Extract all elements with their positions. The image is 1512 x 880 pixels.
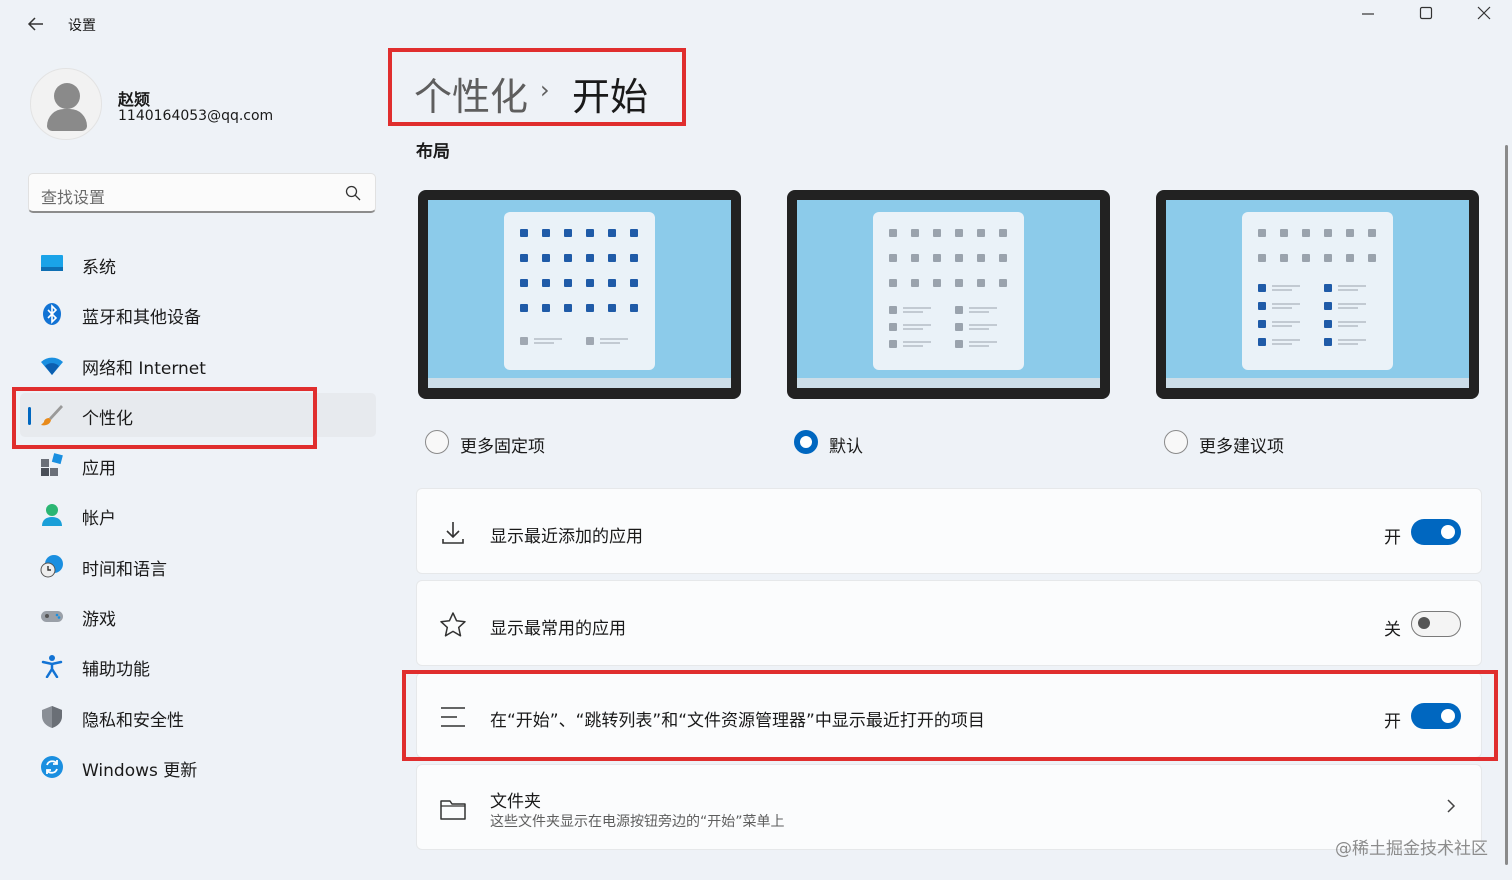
radio-button-selected[interactable] <box>794 430 818 454</box>
radio-button[interactable] <box>1164 430 1188 454</box>
sidebar-item-accounts[interactable]: 帐户 <box>20 493 376 537</box>
layout-preview-grid <box>1258 229 1376 346</box>
wifi-icon <box>41 357 63 375</box>
globe-clock-icon <box>40 555 63 578</box>
sidebar-item-system[interactable]: 系统 <box>20 242 376 286</box>
sidebar-item-label: Windows 更新 <box>82 761 198 781</box>
back-button[interactable] <box>22 12 50 36</box>
sidebar-item-label: 游戏 <box>82 610 116 630</box>
radio-label: 更多建议项 <box>1199 437 1284 457</box>
monitor-icon <box>41 255 63 271</box>
maximize-icon <box>1419 6 1433 20</box>
app-title: 设置 <box>68 18 96 34</box>
folder-icon <box>440 800 466 820</box>
sidebar-item-label: 辅助功能 <box>82 660 150 680</box>
sidebar-item-time-language[interactable]: 时间和语言 <box>20 544 376 588</box>
highlight-box-setting <box>402 670 1498 761</box>
refresh-icon <box>41 756 63 778</box>
highlight-box-title <box>388 48 686 126</box>
sidebar-item-bluetooth[interactable]: 蓝牙和其他设备 <box>20 292 376 336</box>
layout-preview-grid <box>520 229 638 345</box>
toggle-state-text: 开 <box>1384 528 1401 548</box>
search-icon <box>345 185 361 201</box>
shield-icon <box>42 706 62 728</box>
sidebar-item-label: 应用 <box>82 459 116 479</box>
setting-label: 显示最近添加的应用 <box>490 527 643 547</box>
sidebar-item-gaming[interactable]: 游戏 <box>20 594 376 638</box>
close-icon <box>1477 6 1491 20</box>
layout-preview-grid <box>889 229 1007 348</box>
bluetooth-icon <box>43 303 61 325</box>
setting-recently-added-apps: 显示最近添加的应用 开 <box>416 488 1482 574</box>
arrow-left-icon <box>27 17 43 31</box>
user-name: 赵颎 <box>118 90 151 109</box>
download-icon <box>442 522 464 544</box>
chevron-right-icon <box>1445 795 1457 819</box>
radio-label: 更多固定项 <box>460 437 545 457</box>
setting-folders[interactable]: 文件夹 这些文件夹显示在电源按钮旁边的“开始”菜单上 <box>416 764 1482 850</box>
setting-most-used-apps: 显示最常用的应用 关 <box>416 580 1482 666</box>
setting-label: 文件夹 <box>490 792 541 812</box>
layout-preview-more-pins[interactable] <box>418 190 741 399</box>
gamepad-icon <box>41 611 63 622</box>
avatar[interactable] <box>30 68 102 140</box>
setting-description: 这些文件夹显示在电源按钮旁边的“开始”菜单上 <box>490 814 785 830</box>
search-placeholder: 查找设置 <box>41 188 106 207</box>
user-email: 1140164053@qq.com <box>118 108 274 124</box>
toggle-switch[interactable] <box>1411 519 1461 545</box>
settings-window: 设置 赵颎 1140164053@qq.com 查找设置 系统 蓝牙和其他设备 … <box>0 0 1512 880</box>
layout-preview-more-recommendations[interactable] <box>1156 190 1479 399</box>
maximize-button[interactable] <box>1406 4 1446 26</box>
setting-label: 显示最常用的应用 <box>490 619 626 639</box>
sidebar-item-label: 时间和语言 <box>82 560 167 580</box>
toggle-switch[interactable] <box>1411 611 1461 637</box>
sidebar-item-network[interactable]: 网络和 Internet <box>20 343 376 387</box>
person-icon <box>42 504 62 526</box>
sidebar-item-label: 蓝牙和其他设备 <box>82 308 201 328</box>
sidebar-item-label: 帐户 <box>82 509 116 529</box>
sidebar-item-accessibility[interactable]: 辅助功能 <box>20 644 376 688</box>
apps-icon <box>41 453 63 476</box>
radio-label: 默认 <box>829 437 863 457</box>
sidebar-item-label: 网络和 Internet <box>82 359 206 379</box>
sidebar-item-privacy[interactable]: 隐私和安全性 <box>20 695 376 739</box>
close-button[interactable] <box>1464 4 1504 26</box>
title-bar: 设置 <box>0 0 1512 48</box>
star-icon <box>440 612 466 637</box>
minimize-button[interactable] <box>1348 4 1388 26</box>
watermark: @稀土掘金技术社区 <box>1335 839 1488 859</box>
sidebar-item-label: 隐私和安全性 <box>82 711 184 731</box>
accessibility-icon <box>41 655 63 678</box>
sidebar-item-label: 系统 <box>82 258 116 278</box>
sidebar-item-apps[interactable]: 应用 <box>20 443 376 487</box>
sidebar-item-windows-update[interactable]: Windows 更新 <box>20 745 376 789</box>
minimize-icon <box>1362 13 1374 15</box>
radio-button[interactable] <box>425 430 449 454</box>
search-input[interactable]: 查找设置 <box>28 173 376 213</box>
scrollbar[interactable] <box>1505 145 1508 865</box>
toggle-state-text: 关 <box>1384 620 1401 640</box>
layout-section-label: 布局 <box>416 142 450 162</box>
layout-preview-default[interactable] <box>787 190 1110 399</box>
highlight-box-sidebar <box>12 387 317 449</box>
